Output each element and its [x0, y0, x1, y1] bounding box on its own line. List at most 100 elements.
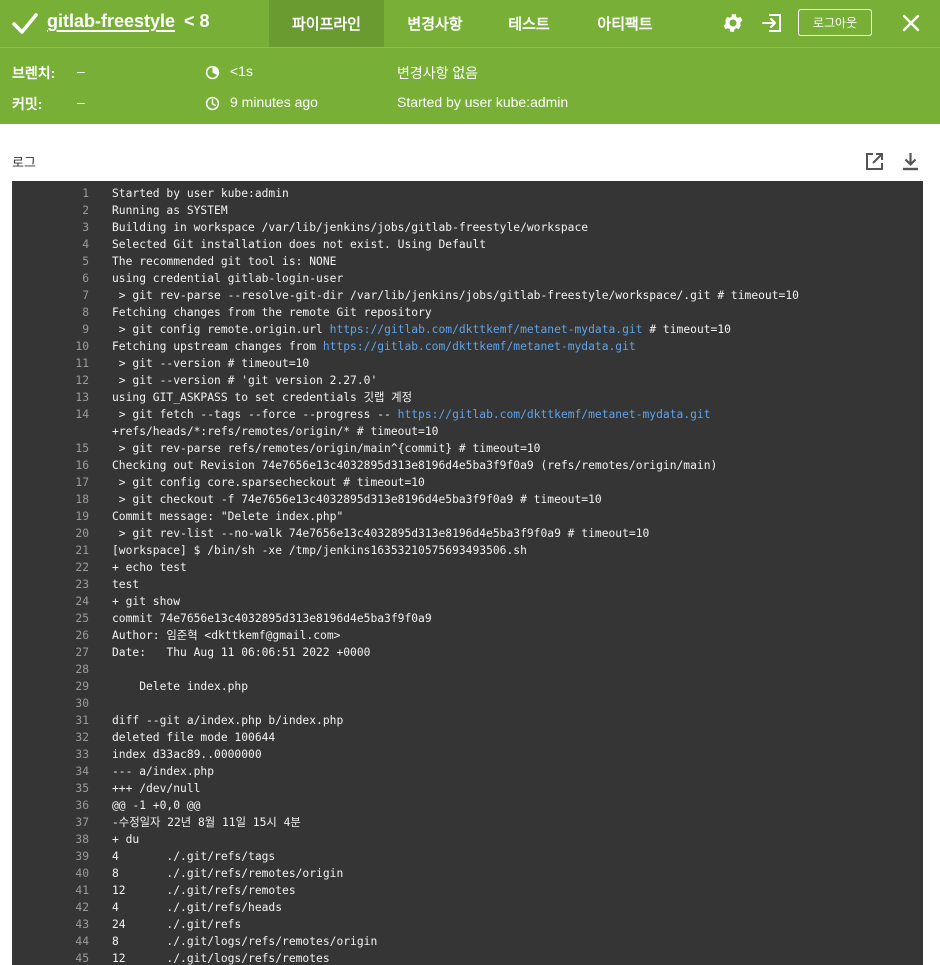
line-number: 6 — [82, 272, 89, 285]
tab-bar: 파이프라인 변경사항 테스트 아티팩트 — [269, 0, 678, 47]
line-text: Date: Thu Aug 11 06:06:51 2022 +0000 — [112, 646, 371, 659]
line-text: using credential gitlab-login-user — [112, 272, 344, 285]
log-line: 28 — [12, 661, 923, 678]
log-line: 25 commit 74e7656e13c4032895d313e8196d4e5… — [12, 610, 923, 627]
line-number: 36 — [75, 799, 89, 812]
commit-label: 커밋: — [12, 96, 43, 112]
gear-icon[interactable] — [721, 11, 745, 35]
line-number: 22 — [75, 561, 89, 574]
log-line: 41 12 ./.git/refs/remotes — [12, 882, 923, 899]
line-text: test — [112, 578, 140, 591]
tab-artifacts[interactable]: 아티팩트 — [572, 0, 678, 47]
line-text: 12 ./.git/refs/remotes — [112, 884, 296, 897]
line-number: 19 — [75, 510, 89, 523]
line-number: 31 — [75, 714, 89, 727]
log-link[interactable]: https://gitlab.com/dkttkemf/metanet-myda… — [323, 340, 636, 353]
line-number: 24 — [75, 595, 89, 608]
log-line: 15 > git rev-parse refs/remotes/origin/m… — [12, 440, 923, 457]
time-ago-value: 9 minutes ago — [230, 94, 318, 110]
line-number: 27 — [75, 646, 89, 659]
logout-button[interactable]: 로그아웃 — [798, 9, 872, 36]
log-line: 23 test — [12, 576, 923, 593]
line-text: Fetching changes from the remote Git rep… — [112, 306, 432, 319]
open-external-icon[interactable] — [864, 151, 885, 172]
line-number: 16 — [75, 459, 89, 472]
line-text: Fetching upstream changes from https://g… — [112, 340, 636, 353]
line-number: 17 — [75, 476, 89, 489]
line-text: deleted file mode 100644 — [112, 731, 276, 744]
log-line: 3 Building in workspace /var/lib/jenkins/… — [12, 219, 923, 236]
clock-icon — [205, 96, 220, 111]
build-number[interactable]: < 8 — [184, 11, 210, 32]
log-line: 8 Fetching changes from the remote Git re… — [12, 304, 923, 321]
log-link[interactable]: https://gitlab.com/dkttkemf/metanet-myda… — [398, 408, 711, 421]
line-number: 41 — [75, 884, 89, 897]
log-line: 33 index d33ac89..0000000 — [12, 746, 923, 763]
line-number: 23 — [75, 578, 89, 591]
log-line: 1 Started by user kube:admin — [12, 185, 923, 202]
exit-icon[interactable] — [760, 11, 784, 35]
log-line: 20 > git rev-list --no-walk 74e7656e13c4… — [12, 525, 923, 542]
job-name-link[interactable]: gitlab-freestyle — [47, 11, 175, 32]
top-bar: gitlab-freestyle < 8 파이프라인 변경사항 테스트 아티팩트… — [0, 0, 940, 47]
line-text: Started by user kube:admin — [112, 187, 289, 200]
close-icon[interactable] — [900, 12, 922, 34]
line-text: + echo test — [112, 561, 187, 574]
line-text: > git rev-list --no-walk 74e7656e13c4032… — [112, 527, 650, 540]
line-text: Running as SYSTEM — [112, 204, 228, 217]
line-number: 9 — [82, 323, 89, 336]
line-text: using GIT_ASKPASS to set credentials 깃랩 … — [112, 391, 413, 404]
line-number: 20 — [75, 527, 89, 540]
line-text: Selected Git installation does not exist… — [112, 238, 487, 251]
line-number: 4 — [82, 238, 89, 251]
line-number: 32 — [75, 731, 89, 744]
line-number: 7 — [82, 289, 89, 302]
line-number: 5 — [82, 255, 89, 268]
download-icon[interactable] — [900, 151, 921, 172]
line-text: diff --git a/index.php b/index.php — [112, 714, 344, 727]
tab-pipeline[interactable]: 파이프라인 — [269, 0, 384, 47]
log-line: 11 > git --version # timeout=10 — [12, 355, 923, 372]
line-number: 13 — [75, 391, 89, 404]
log-line: 31 diff --git a/index.php b/index.php — [12, 712, 923, 729]
log-line: 36 @@ -1 +0,0 @@ — [12, 797, 923, 814]
line-number: 33 — [75, 748, 89, 761]
line-number: 28 — [75, 663, 89, 676]
line-text: +refs/heads/*:refs/remotes/origin/* # ti… — [112, 425, 439, 438]
branch-value: – — [77, 63, 85, 79]
log-line: 6 using credential gitlab-login-user — [12, 270, 923, 287]
line-number: 25 — [75, 612, 89, 625]
line-text: > git rev-parse refs/remotes/origin/main… — [112, 442, 541, 455]
line-text: The recommended git tool is: NONE — [112, 255, 337, 268]
line-text: 8 ./.git/refs/remotes/origin — [112, 867, 344, 880]
log-line: 19 Commit message: "Delete index.php" — [12, 508, 923, 525]
console-log[interactable]: 1 Started by user kube:admin 2 Running as S… — [12, 181, 923, 965]
line-number: 39 — [75, 850, 89, 863]
line-number: 38 — [75, 833, 89, 846]
line-text: @@ -1 +0,0 @@ — [112, 799, 201, 812]
line-text: Commit message: "Delete index.php" — [112, 510, 344, 523]
tab-changes[interactable]: 변경사항 — [384, 0, 486, 47]
log-line: 24 + git show — [12, 593, 923, 610]
log-line: 44 8 ./.git/logs/refs/remotes/origin — [12, 933, 923, 950]
line-text: index d33ac89..0000000 — [112, 748, 262, 761]
line-number: 35 — [75, 782, 89, 795]
log-line: 32 deleted file mode 100644 — [12, 729, 923, 746]
line-text: > git fetch --tags --force --progress --… — [112, 408, 711, 421]
line-number: 10 — [75, 340, 89, 353]
line-text: [workspace] $ /bin/sh -xe /tmp/jenkins16… — [112, 544, 527, 557]
log-link[interactable]: https://gitlab.com/dkttkemf/metanet-myda… — [330, 323, 643, 336]
success-check-icon — [12, 13, 38, 34]
line-text: +++ /dev/null — [112, 782, 201, 795]
log-line: 34 --- a/index.php — [12, 763, 923, 780]
line-number — [12, 423, 89, 440]
line-text: Checking out Revision 74e7656e13c4032895… — [112, 459, 718, 472]
log-line: +refs/heads/*:refs/remotes/origin/* # ti… — [12, 423, 923, 440]
log-line: 10 Fetching upstream changes from https:/… — [12, 338, 923, 355]
line-text: > git rev-parse --resolve-git-dir /var/l… — [112, 289, 799, 302]
tab-tests[interactable]: 테스트 — [486, 0, 572, 47]
line-number: 21 — [75, 544, 89, 557]
log-line: 29 Delete index.php — [12, 678, 923, 695]
line-number: 26 — [75, 629, 89, 642]
line-number: 29 — [75, 680, 89, 693]
